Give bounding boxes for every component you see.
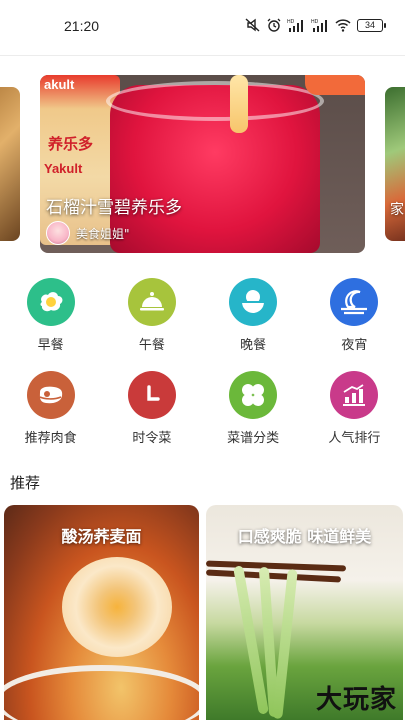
category-breakfast[interactable]: 早餐	[0, 278, 101, 353]
clock-icon	[127, 371, 176, 419]
carousel-card-next[interactable]: 家	[385, 87, 405, 241]
status-time: 21:20	[64, 18, 100, 34]
category-dinner[interactable]: 晚餐	[203, 278, 304, 353]
bottle-brand-mid: 养乐多	[48, 135, 94, 153]
ranking-icon	[330, 371, 379, 419]
signal-hd-icon-2: HD	[311, 19, 327, 32]
carousel-next-title: 家	[390, 202, 404, 218]
bowl-icon	[229, 278, 278, 326]
category-label: 午餐	[138, 338, 165, 353]
bowl-rim	[4, 665, 199, 720]
category-lunch[interactable]: 午餐	[101, 278, 202, 353]
alarm-icon	[267, 18, 281, 32]
category-row-2: 推荐肉食 时令菜 菜谱分类 人气排行	[0, 371, 405, 446]
category-meat[interactable]: 推荐肉食	[0, 371, 101, 446]
carousel-title: 石榴汁雪碧养乐多	[46, 198, 182, 218]
recommend-card[interactable]: 口感爽脆 味道鲜美 大玩家	[206, 505, 403, 720]
status-icons: HD HD 34	[245, 18, 386, 32]
carousel-card-main[interactable]: akult 养乐多 Yakult 石榴汁雪碧养乐多 美食姐姐"	[40, 75, 365, 253]
grid-icon	[229, 371, 278, 419]
author-avatar	[46, 221, 70, 245]
category-seasonal[interactable]: 时令菜	[101, 371, 202, 446]
banner-carousel[interactable]: akult 养乐多 Yakult 石榴汁雪碧养乐多 美食姐姐" 家	[0, 75, 405, 253]
status-bar: 21:20 HD HD 34	[0, 0, 405, 56]
cloche-icon	[127, 278, 176, 326]
category-label: 时令菜	[132, 431, 172, 446]
meat-icon	[26, 371, 75, 419]
carousel-card-prev[interactable]	[0, 87, 20, 241]
bottle-brand-bottom: Yakult	[44, 161, 83, 176]
chopstick	[206, 569, 342, 583]
section-title-recommend: 推荐	[10, 474, 41, 492]
category-label: 早餐	[37, 338, 64, 353]
moon-icon	[330, 278, 379, 326]
corner-decoration	[305, 75, 365, 95]
fried-egg-image	[62, 557, 172, 657]
battery-icon: 34	[357, 18, 386, 32]
category-label: 夜宵	[341, 338, 368, 353]
watermark-text: 大玩家	[315, 685, 397, 715]
pouring-stream	[230, 75, 248, 133]
wifi-icon	[335, 18, 351, 32]
mute-icon	[245, 18, 260, 32]
vegetable-stalk	[272, 568, 298, 720]
author-name: 美食姐姐"	[76, 226, 130, 241]
glass-rim	[106, 81, 324, 121]
recommend-title: 口感爽脆 味道鲜美	[237, 527, 372, 546]
category-label: 晚餐	[240, 338, 267, 353]
category-night-snack[interactable]: 夜宵	[304, 278, 405, 353]
recommend-title: 酸汤荞麦面	[61, 527, 142, 546]
fried-egg-icon	[26, 278, 75, 326]
recommend-card[interactable]: 酸汤荞麦面	[4, 505, 199, 720]
signal-hd-icon: HD	[287, 19, 303, 32]
category-ranking[interactable]: 人气排行	[304, 371, 405, 446]
svg-text:HD: HD	[311, 19, 319, 25]
svg-text:HD: HD	[287, 19, 295, 25]
bottle-brand-top: akult	[44, 77, 75, 92]
category-row-1: 早餐 午餐 晚餐 夜宵	[0, 278, 405, 353]
category-label: 菜谱分类	[227, 431, 280, 446]
category-label: 人气排行	[328, 431, 381, 446]
carousel-author[interactable]: 美食姐姐"	[46, 221, 130, 245]
category-recipe-types[interactable]: 菜谱分类	[203, 371, 304, 446]
category-label: 推荐肉食	[24, 431, 77, 446]
